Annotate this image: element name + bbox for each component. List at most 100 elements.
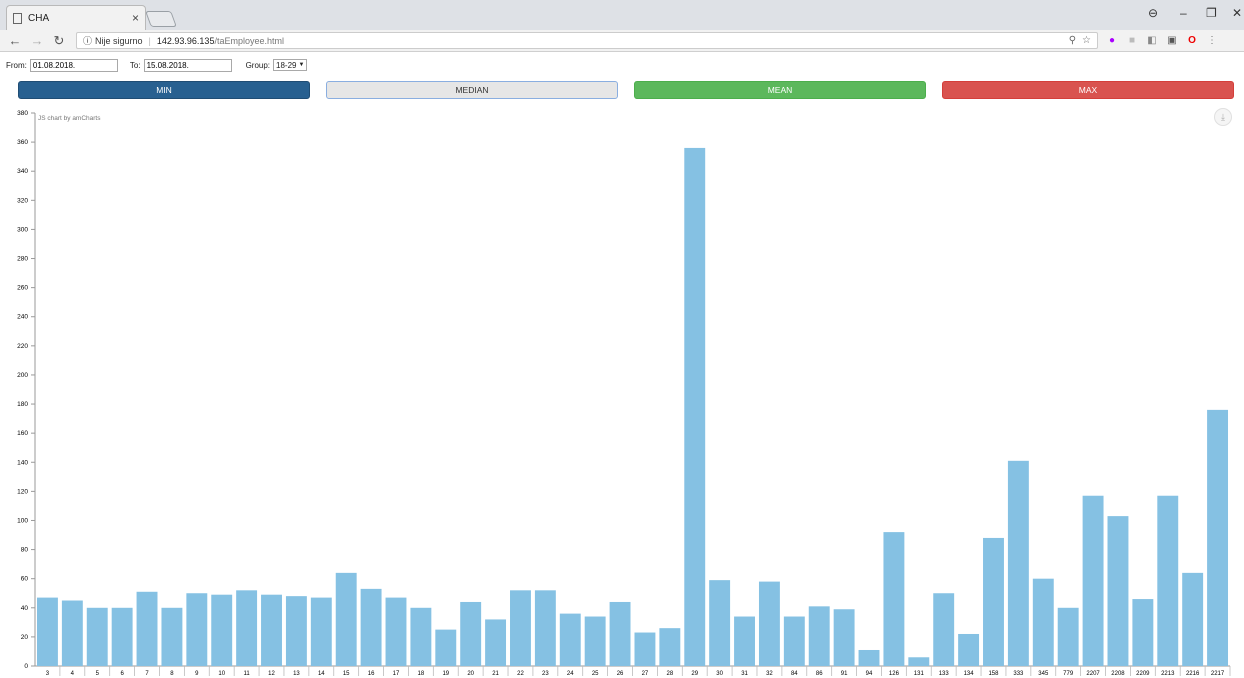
bar[interactable] bbox=[1082, 495, 1104, 666]
extension-icon[interactable]: ▣ bbox=[1166, 35, 1178, 46]
bar[interactable] bbox=[584, 616, 606, 666]
bar[interactable] bbox=[136, 591, 158, 666]
bar[interactable] bbox=[534, 590, 556, 666]
x-tick-label: 19 bbox=[442, 671, 449, 677]
bar[interactable] bbox=[883, 532, 905, 666]
bar[interactable] bbox=[933, 593, 955, 666]
zoom-icon[interactable]: ⚲ bbox=[1069, 35, 1076, 46]
bar[interactable] bbox=[161, 607, 183, 666]
browser-tab[interactable]: CHA × bbox=[6, 5, 146, 30]
bar[interactable] bbox=[709, 580, 731, 666]
browser-tab-bar: CHA × ⊖ – ❐ ✕ bbox=[0, 0, 1244, 30]
x-tick-label: 31 bbox=[741, 671, 748, 677]
opera-icon[interactable]: O bbox=[1186, 35, 1198, 46]
bar[interactable] bbox=[435, 629, 457, 666]
bar[interactable] bbox=[36, 597, 58, 666]
dropdown-arrow-icon: ▼ bbox=[298, 62, 305, 68]
bar[interactable] bbox=[559, 613, 581, 666]
mean-button[interactable]: MEAN bbox=[634, 81, 926, 99]
bar[interactable] bbox=[1132, 599, 1154, 666]
x-tick-label: 5 bbox=[96, 671, 100, 677]
extension-icon[interactable]: ◧ bbox=[1146, 35, 1158, 46]
x-tick-label: 15 bbox=[343, 671, 350, 677]
bar[interactable] bbox=[958, 633, 980, 666]
bar[interactable] bbox=[1182, 572, 1204, 666]
chart-credit[interactable]: JS chart by amCharts bbox=[38, 115, 101, 122]
bar[interactable] bbox=[410, 607, 432, 666]
bar[interactable] bbox=[858, 649, 880, 666]
reload-icon[interactable]: ↻ bbox=[52, 33, 66, 49]
bar[interactable] bbox=[734, 616, 755, 666]
group-select-value: 18-29 bbox=[276, 60, 297, 70]
tab-title: CHA bbox=[28, 12, 50, 24]
extension-icon[interactable]: ● bbox=[1106, 35, 1118, 46]
min-button[interactable]: MIN bbox=[18, 81, 310, 99]
bar[interactable] bbox=[310, 597, 332, 666]
from-label: From: bbox=[6, 60, 27, 70]
back-icon[interactable]: ← bbox=[8, 33, 22, 48]
bar[interactable] bbox=[758, 581, 780, 666]
bookmark-star-icon[interactable]: ☆ bbox=[1082, 35, 1091, 46]
profile-icon[interactable]: ⊖ bbox=[1148, 6, 1158, 20]
bar[interactable] bbox=[1207, 409, 1229, 666]
x-tick-label: 24 bbox=[567, 671, 574, 677]
bar[interactable] bbox=[983, 537, 1004, 666]
bar[interactable] bbox=[609, 601, 631, 666]
bar[interactable] bbox=[236, 590, 258, 666]
bar[interactable] bbox=[360, 588, 382, 666]
bar[interactable] bbox=[485, 619, 507, 666]
bar[interactable] bbox=[186, 593, 208, 666]
bar[interactable] bbox=[86, 607, 108, 666]
y-tick-label: 180 bbox=[17, 401, 28, 408]
filter-row: From: To: Group: 18-29 ▼ bbox=[6, 58, 308, 72]
bar[interactable] bbox=[1057, 607, 1079, 666]
x-tick-label: 16 bbox=[368, 671, 375, 677]
bar[interactable] bbox=[385, 597, 407, 666]
bar[interactable] bbox=[783, 616, 805, 666]
from-date-input[interactable] bbox=[29, 58, 118, 72]
bar[interactable] bbox=[908, 657, 930, 666]
tab-close-icon[interactable]: × bbox=[132, 11, 139, 25]
bar[interactable] bbox=[111, 607, 133, 666]
median-button[interactable]: MEDIAN bbox=[326, 81, 618, 99]
y-tick-label: 220 bbox=[17, 343, 28, 350]
group-select[interactable]: 18-29 ▼ bbox=[273, 59, 308, 71]
x-tick-label: 2217 bbox=[1211, 671, 1225, 677]
bar[interactable] bbox=[335, 572, 357, 666]
close-window-icon[interactable]: ✕ bbox=[1232, 6, 1242, 20]
x-tick-label: 7 bbox=[145, 671, 149, 677]
minimize-icon[interactable]: – bbox=[1180, 6, 1187, 20]
x-tick-label: 22 bbox=[517, 671, 524, 677]
download-icon[interactable]: ⤓ bbox=[1214, 108, 1232, 126]
bar[interactable] bbox=[634, 632, 656, 666]
to-date-input[interactable] bbox=[143, 58, 232, 72]
y-tick-label: 120 bbox=[17, 488, 28, 495]
menu-icon[interactable]: ⋮ bbox=[1206, 35, 1218, 46]
bar[interactable] bbox=[1032, 578, 1054, 666]
x-tick-label: 20 bbox=[467, 671, 474, 677]
bar[interactable] bbox=[1107, 516, 1129, 666]
bar[interactable] bbox=[684, 147, 706, 666]
bar[interactable] bbox=[460, 601, 482, 666]
bar[interactable] bbox=[510, 590, 531, 666]
bar[interactable] bbox=[211, 594, 233, 666]
new-tab-button[interactable] bbox=[145, 11, 177, 27]
extension-icon[interactable]: ■ bbox=[1126, 35, 1138, 46]
address-bar[interactable]: ⓘ Nije sigurno | 142.93.96.135 /taEmploy… bbox=[76, 32, 1098, 49]
restore-icon[interactable]: ❐ bbox=[1206, 6, 1217, 20]
bar[interactable] bbox=[833, 609, 855, 666]
bar[interactable] bbox=[808, 606, 830, 666]
y-tick-label: 280 bbox=[17, 256, 28, 263]
forward-icon[interactable]: → bbox=[30, 33, 44, 48]
y-tick-label: 140 bbox=[17, 459, 28, 466]
x-tick-label: 2207 bbox=[1086, 671, 1100, 677]
max-button[interactable]: MAX bbox=[942, 81, 1234, 99]
bar[interactable] bbox=[261, 594, 282, 666]
x-tick-label: 2213 bbox=[1161, 671, 1175, 677]
bar[interactable] bbox=[61, 600, 83, 666]
bar[interactable] bbox=[659, 628, 681, 666]
bar[interactable] bbox=[285, 596, 307, 666]
x-tick-label: 18 bbox=[418, 671, 425, 677]
bar[interactable] bbox=[1007, 460, 1029, 666]
bar[interactable] bbox=[1157, 495, 1179, 666]
